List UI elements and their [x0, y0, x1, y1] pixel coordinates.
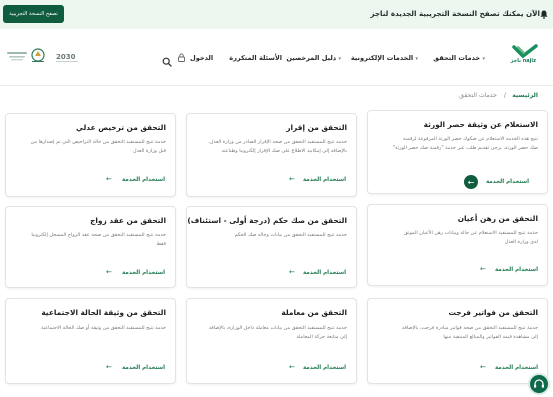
card-description: خدمة تتيح للمستفيد التحقق من بيانات وحال…: [187, 231, 347, 240]
card-desc-line: لدى وزارة العدل: [504, 238, 538, 245]
card-title: التحقق من ترخيص عدلي: [76, 123, 166, 132]
breadcrumb-home[interactable]: الرئيسية: [512, 92, 538, 99]
card-description: خدمة تتيح للمستفيد التحقق من وثيقة أو صك…: [6, 324, 166, 333]
search-icon[interactable]: [162, 52, 172, 67]
card-desc-line: خدمة تتيح للمستفيد التحقق من وثيقة أو صك…: [41, 325, 166, 331]
chevron-down-icon: ▾: [415, 56, 418, 62]
vision-2030-logo: 2030: [54, 48, 82, 64]
use-service-link[interactable]: استخدام الخدمة: [495, 365, 538, 371]
service-card-judgment-deed[interactable]: التحقق من صك حكم (درجة أولى - استئناف) خ…: [186, 206, 357, 288]
service-card-asset-mortgage[interactable]: التحقق من رهن أعيان خدمة تتيح للمستفيد ا…: [367, 204, 548, 286]
arrow-left-icon[interactable]: ←: [464, 175, 478, 189]
try-beta-button[interactable]: تصفح النسخة التجريبية: [3, 5, 64, 23]
card-description: تتيح هذه الخدمة الاستعلام عن صكوك حصر ال…: [372, 135, 538, 152]
lock-icon: [178, 53, 185, 64]
card-title: التحقق من إقرار: [286, 123, 347, 132]
card-title: التحقق من وثيقة الحالة الاجتماعية: [41, 308, 166, 317]
card-description: خدمة تتيح للمستفيد التحقق من حالة التراخ…: [6, 138, 166, 155]
breadcrumb-current: خدمات التحقق: [459, 92, 497, 99]
use-service-link[interactable]: استخدام الخدمة: [303, 270, 346, 276]
card-desc-line: خدمة تتيح للمستفيد التحقق من صحة عقد الز…: [31, 232, 166, 238]
banner-text: الآن يمكنك تصفح النسخة التجريبية الجديدة…: [370, 9, 540, 18]
arrow-left-icon[interactable]: ←: [289, 363, 295, 371]
card-description: خدمة تتيح للمستفيد التحقق من صحة عقد الز…: [6, 231, 166, 248]
service-card-social-status[interactable]: التحقق من وثيقة الحالة الاجتماعية خدمة ت…: [5, 298, 176, 384]
breadcrumb-separator: /: [503, 92, 506, 99]
arrow-left-icon[interactable]: ←: [480, 265, 486, 273]
service-card-acknowledgment[interactable]: التحقق من إقرار خدمة تتيح للمستفيد التحق…: [186, 113, 357, 197]
arrow-left-icon[interactable]: ←: [106, 268, 112, 276]
card-title: التحقق من رهن أعيان: [457, 214, 538, 223]
card-description: خدمة تتيح للمستفيد التحقق من صحة فواتير …: [372, 324, 538, 341]
card-desc-line: تتيح هذه الخدمة الاستعلام عن صكوك حصر ال…: [403, 136, 538, 142]
login-link[interactable]: الدخول: [190, 54, 213, 62]
top-banner: تصفح النسخة التجريبية الآن يمكنك تصفح ال…: [0, 0, 553, 29]
card-desc-line: إلى مشاهدة قيمة الفواتير والمبالغ المتبق…: [443, 333, 538, 340]
card-desc-line: خدمة تتيح للمستفيد التحقق من حالة التراخ…: [30, 139, 166, 145]
card-title: الاستعلام عن وثيقة حصر الورثة: [423, 120, 538, 129]
use-service-link[interactable]: استخدام الخدمة: [303, 365, 346, 371]
bell-icon: [540, 10, 548, 21]
nav-licensees-guide[interactable]: ▾ دليل المرخصين: [286, 54, 343, 62]
nav-electronic-services[interactable]: ▾ الخدمات الإلكترونية: [351, 54, 420, 62]
card-title: التحقق من صك حكم (درجة أولى - استئناف): [187, 216, 347, 225]
nav-item-label: دليل المرخصين: [286, 54, 337, 62]
card-description: خدمة تتيح للمستفيد التحقق من صحة الإقرار…: [187, 138, 347, 155]
card-desc-line: خدمة تتيح للمستفيد الاستعلام عن حالة وبي…: [404, 230, 538, 236]
card-desc-line: بالإضافة إلى إمكانية الاطلاع على صك الإق…: [221, 147, 347, 154]
arrow-left-icon[interactable]: ←: [289, 268, 295, 276]
use-service-link[interactable]: استخدام الخدمة: [122, 365, 165, 371]
vision-2030-text: 2030: [56, 53, 76, 61]
service-card-transaction[interactable]: التحقق من معاملة خدمة تتيح للمستفيد التح…: [186, 298, 357, 384]
card-desc-line: صك حصر الورثة، يرجى تقديم طلب عبر خدمة "…: [392, 144, 538, 151]
headset-icon: [533, 375, 545, 394]
arrow-left-icon[interactable]: ←: [480, 363, 486, 371]
card-desc-line: خدمة تتيح للمستفيد التحقق من صحة فواتير …: [401, 325, 538, 331]
service-card-legal-license[interactable]: التحقق من ترخيص عدلي خدمة تتيح للمستفيد …: [5, 113, 176, 197]
use-service-link[interactable]: استخدام الخدمة: [122, 270, 165, 276]
card-desc-line: خدمة تتيح للمستفيد التحقق من بيانات معام…: [208, 325, 347, 331]
arrow-left-icon[interactable]: ←: [289, 175, 295, 183]
use-service-link[interactable]: استخدام الخدمة: [495, 267, 538, 273]
najiz-logo[interactable]: [510, 44, 540, 68]
card-desc-line: خدمة تتيح للمستفيد التحقق من بيانات وحال…: [234, 232, 347, 238]
card-desc-line: إلى متابعة حركة المعاملة: [296, 333, 347, 340]
card-desc-line: قبل وزارة العدل: [133, 147, 166, 154]
card-desc-line: فقط: [156, 240, 166, 247]
support-chat-button[interactable]: [528, 373, 550, 395]
chevron-down-icon: ▾: [482, 56, 485, 62]
card-title: التحقق من عقد زواج: [90, 216, 166, 225]
card-title: التحقق من معاملة: [281, 308, 347, 317]
use-service-link[interactable]: استخدام الخدمة: [486, 179, 529, 185]
nav-item-label: الخدمات الإلكترونية: [350, 54, 414, 62]
arrow-left-icon[interactable]: ←: [106, 175, 112, 183]
use-service-link[interactable]: استخدام الخدمة: [122, 177, 165, 183]
service-card-marriage-contract[interactable]: التحقق من عقد زواج خدمة تتيح للمستفيد ال…: [5, 206, 176, 288]
nav-item-label: خدمات التحقق: [433, 54, 481, 62]
card-description: خدمة تتيح للمستفيد التحقق من بيانات معام…: [187, 324, 347, 341]
service-card-farajat-invoices[interactable]: التحقق من فواتير فرجت خدمة تتيح للمستفيد…: [367, 298, 548, 384]
chevron-down-icon: ▾: [338, 56, 341, 62]
ministry-logo: [4, 47, 50, 65]
nav-verification-services[interactable]: ▾ خدمات التحقق: [433, 54, 487, 62]
nav-item-label: الأسئلة المتكررة: [229, 54, 282, 62]
nav-faq[interactable]: الأسئلة المتكررة: [229, 54, 282, 62]
logo-text: ناجز najiz: [510, 58, 536, 64]
service-card-inheritance[interactable]: الاستعلام عن وثيقة حصر الورثة تتيح هذه ا…: [367, 110, 548, 194]
card-description: خدمة تتيح للمستفيد الاستعلام عن حالة وبي…: [372, 229, 538, 246]
arrow-left-icon[interactable]: ←: [106, 363, 112, 371]
card-title: التحقق من فواتير فرجت: [448, 308, 538, 317]
use-service-link[interactable]: استخدام الخدمة: [303, 177, 346, 183]
card-desc-line: خدمة تتيح للمستفيد التحقق من صحة الإقرار…: [208, 139, 347, 145]
